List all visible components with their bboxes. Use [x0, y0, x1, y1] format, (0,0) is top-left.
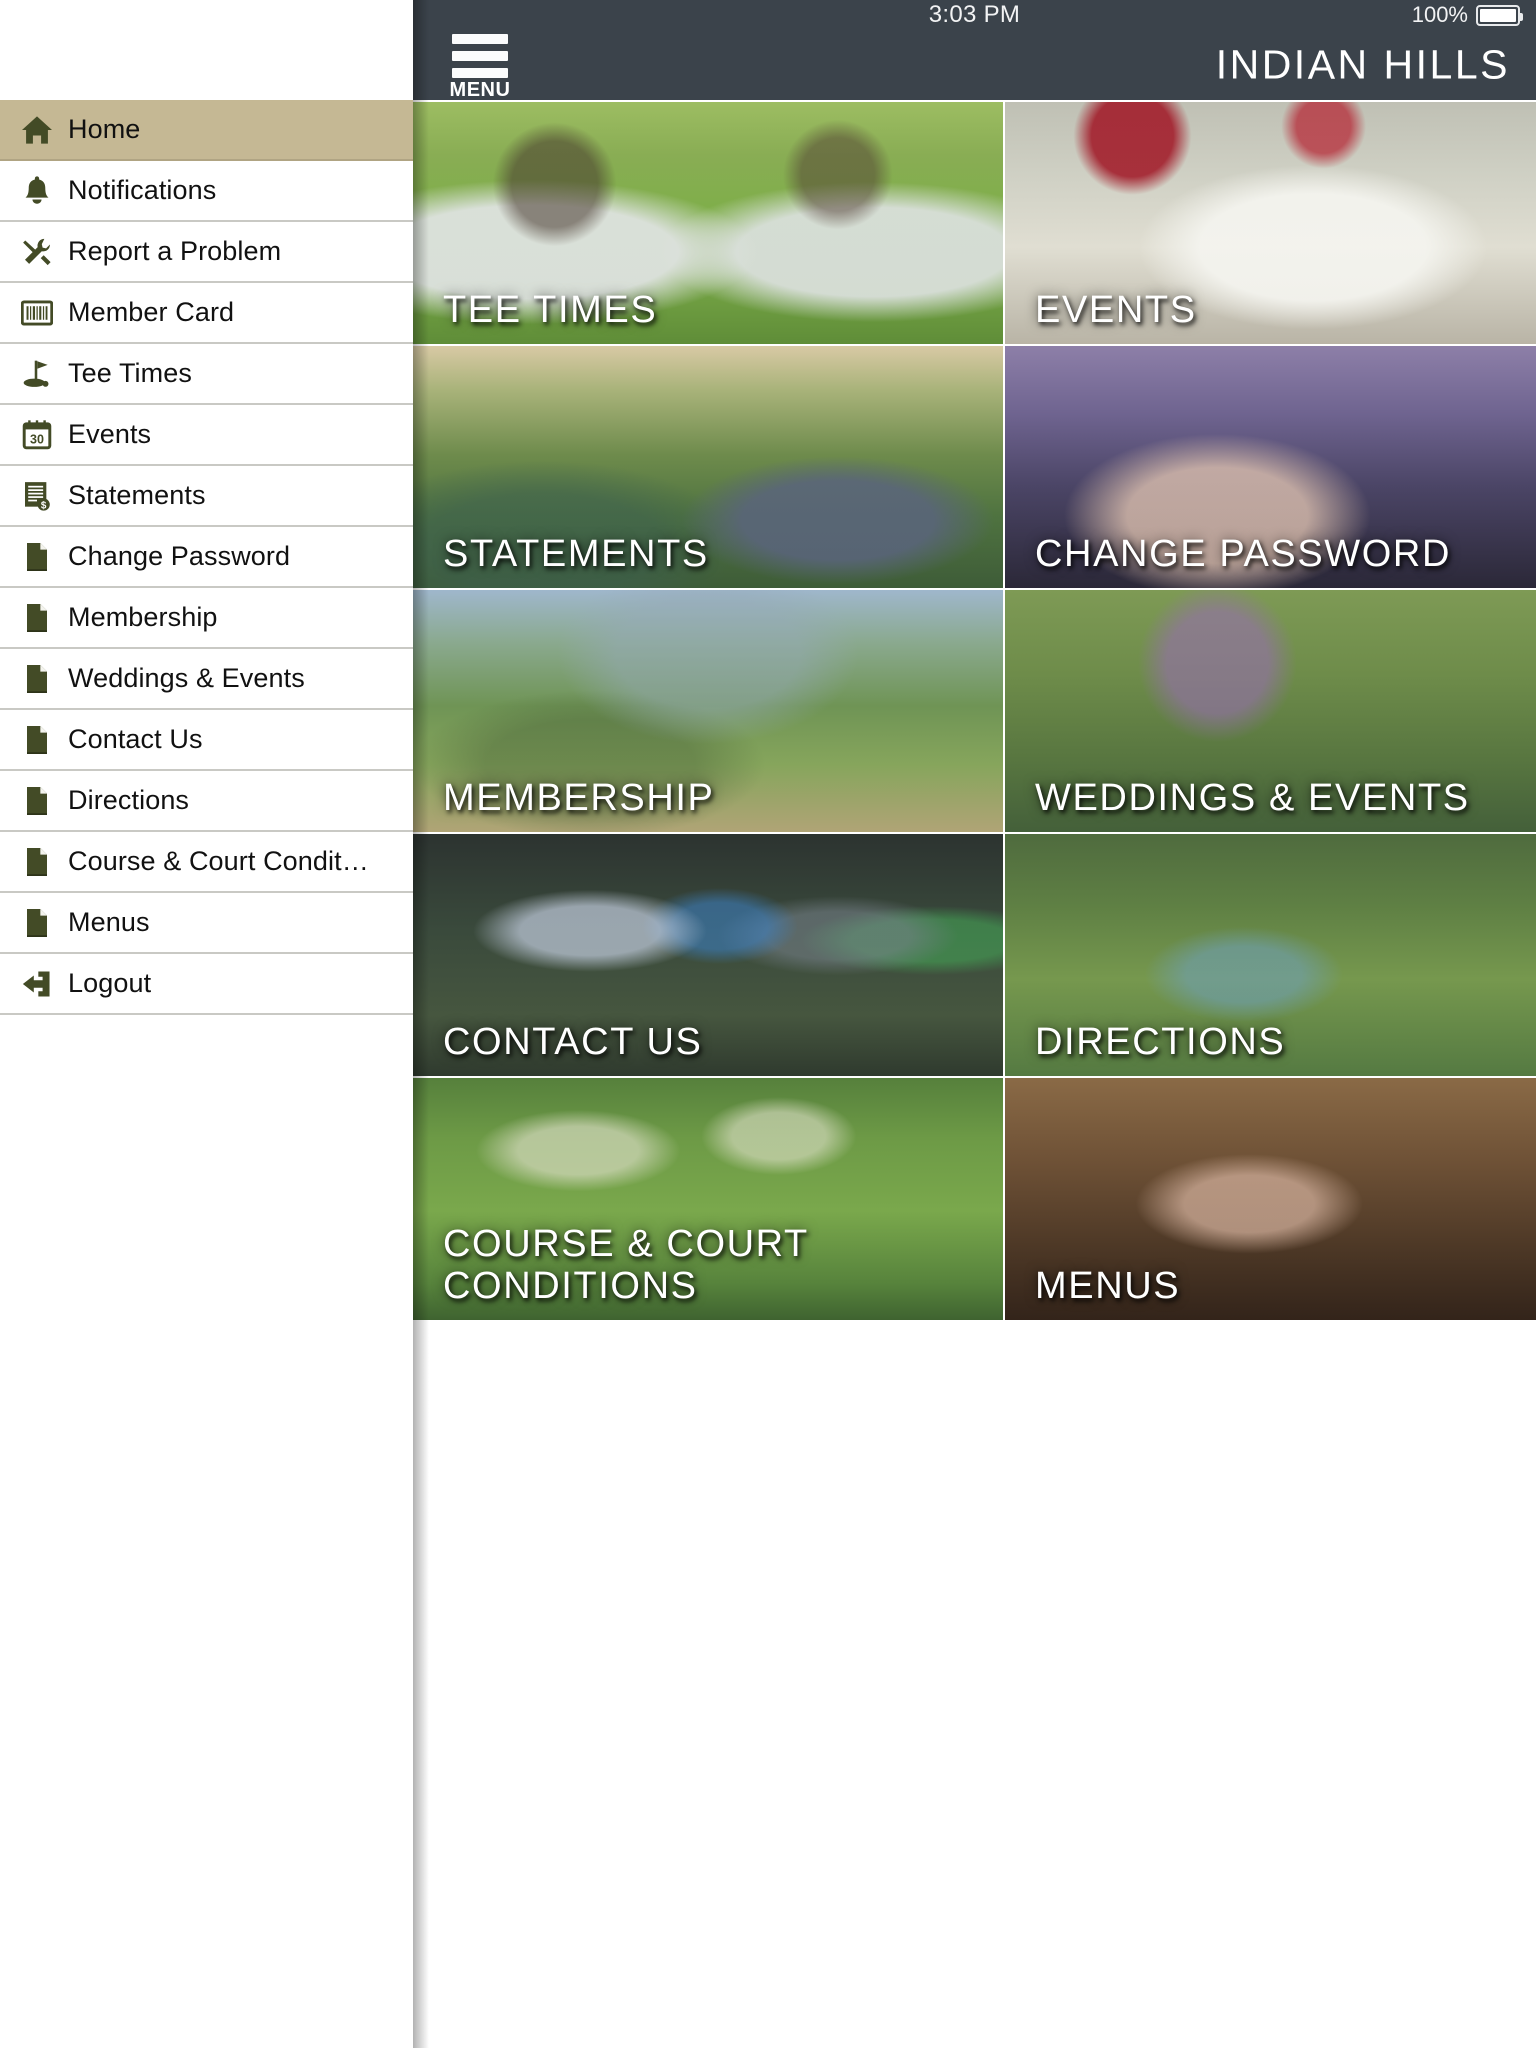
battery-percent-label: 100%	[1411, 2, 1468, 27]
tile-label: EVENTS	[1035, 289, 1197, 332]
drawer-top-spacer	[0, 0, 413, 100]
sidebar-item-member-card[interactable]: Member Card	[0, 283, 413, 344]
document-icon	[14, 901, 60, 945]
document-icon	[14, 840, 60, 884]
document-icon	[14, 535, 60, 579]
content-bottom-padding	[413, 1320, 1536, 1980]
sidebar-item-membership[interactable]: Membership	[0, 588, 413, 649]
page-title: INDIAN HILLS	[1215, 41, 1510, 88]
tile-grid: TEE TIMES EVENTS STATEMENTS CHANGE PASSW…	[413, 100, 1536, 1320]
tile-tee-times[interactable]: TEE TIMES	[413, 102, 1003, 344]
sidebar-item-label: Home	[68, 114, 141, 144]
navigation-drawer: Home Notifications Report a Problem Memb…	[0, 0, 413, 2048]
document-icon	[14, 657, 60, 701]
app-content-pane: 3:03 PM 100% MENU INDIAN HILLS TEE TIMES	[413, 0, 1536, 2048]
document-icon	[14, 596, 60, 640]
tile-weddings-events[interactable]: WEDDINGS & EVENTS	[1005, 590, 1536, 832]
sidebar-item-change-password[interactable]: Change Password	[0, 527, 413, 588]
sidebar-item-home[interactable]: Home	[0, 100, 413, 161]
nav-bar: MENU INDIAN HILLS	[413, 30, 1536, 100]
sidebar-item-label: Contact Us	[68, 724, 203, 754]
sidebar-item-label: Report a Problem	[68, 236, 282, 266]
tile-label: TEE TIMES	[443, 289, 658, 332]
tile-label: MEMBERSHIP	[443, 777, 715, 820]
hamburger-menu-icon	[452, 34, 508, 80]
tile-label: CONTACT US	[443, 1021, 703, 1064]
tile-label: COURSE & COURT CONDITIONS	[443, 1222, 809, 1308]
sidebar-item-label: Logout	[68, 968, 152, 998]
sidebar-item-label: Member Card	[68, 297, 235, 327]
tile-menus[interactable]: MENUS	[1005, 1078, 1536, 1320]
calendar-30-icon: 30	[14, 413, 60, 457]
sidebar-item-label: Notifications	[68, 175, 217, 205]
tile-label: DIRECTIONS	[1035, 1021, 1286, 1064]
status-bar: 3:03 PM 100%	[413, 0, 1536, 30]
sidebar-item-label: Menus	[68, 907, 150, 937]
logout-arrow-icon	[14, 962, 60, 1006]
document-icon	[14, 779, 60, 823]
sidebar-item-notifications[interactable]: Notifications	[0, 161, 413, 222]
sidebar-item-statements[interactable]: $ Statements	[0, 466, 413, 527]
sidebar-item-label: Course & Court Condit…	[68, 846, 369, 876]
tile-course-court-conditions[interactable]: COURSE & COURT CONDITIONS	[413, 1078, 1003, 1320]
sidebar-item-label: Change Password	[68, 541, 291, 571]
sidebar-item-logout[interactable]: Logout	[0, 954, 413, 1015]
tile-label: CHANGE PASSWORD	[1035, 533, 1452, 576]
tile-label: WEDDINGS & EVENTS	[1035, 777, 1470, 820]
sidebar-item-weddings-events[interactable]: Weddings & Events	[0, 649, 413, 710]
tools-icon	[14, 230, 60, 274]
bell-icon	[14, 169, 60, 213]
tile-directions[interactable]: DIRECTIONS	[1005, 834, 1536, 1076]
svg-text:30: 30	[30, 432, 44, 446]
drawer-empty-area	[0, 1015, 413, 1845]
sidebar-item-label: Events	[68, 419, 152, 449]
tile-label: MENUS	[1035, 1265, 1181, 1308]
tile-label: STATEMENTS	[443, 533, 709, 576]
svg-text:$: $	[41, 500, 47, 511]
menu-button-label: MENU	[449, 79, 511, 101]
tile-change-password[interactable]: CHANGE PASSWORD	[1005, 346, 1536, 588]
tile-events[interactable]: EVENTS	[1005, 102, 1536, 344]
sidebar-item-course-court-conditions[interactable]: Course & Court Condit…	[0, 832, 413, 893]
tile-statements[interactable]: STATEMENTS	[413, 346, 1003, 588]
document-icon	[14, 718, 60, 762]
sidebar-item-report-a-problem[interactable]: Report a Problem	[0, 222, 413, 283]
tile-membership[interactable]: MEMBERSHIP	[413, 590, 1003, 832]
tile-contact-us[interactable]: CONTACT US	[413, 834, 1003, 1076]
golf-flag-icon	[14, 352, 60, 396]
sidebar-item-label: Membership	[68, 602, 218, 632]
sidebar-item-events[interactable]: 30 Events	[0, 405, 413, 466]
sidebar-item-directions[interactable]: Directions	[0, 771, 413, 832]
status-right-group: 100%	[1411, 0, 1523, 30]
sidebar-item-contact-us[interactable]: Contact Us	[0, 710, 413, 771]
barcode-card-icon	[14, 291, 60, 335]
sidebar-item-label: Weddings & Events	[68, 663, 305, 693]
home-icon	[14, 108, 60, 152]
battery-full-icon	[1476, 4, 1523, 26]
sidebar-item-label: Tee Times	[68, 358, 192, 388]
sidebar-item-tee-times[interactable]: Tee Times	[0, 344, 413, 405]
invoice-dollar-icon: $	[14, 474, 60, 518]
status-clock: 3:03 PM	[928, 1, 1021, 28]
sidebar-item-menus[interactable]: Menus	[0, 893, 413, 954]
sidebar-item-label: Statements	[68, 480, 206, 510]
sidebar-item-label: Directions	[68, 785, 190, 815]
menu-button[interactable]: MENU	[445, 34, 515, 100]
app-screen: 3:03 PM 100% MENU INDIAN HILLS TEE TIMES	[0, 0, 1536, 2048]
